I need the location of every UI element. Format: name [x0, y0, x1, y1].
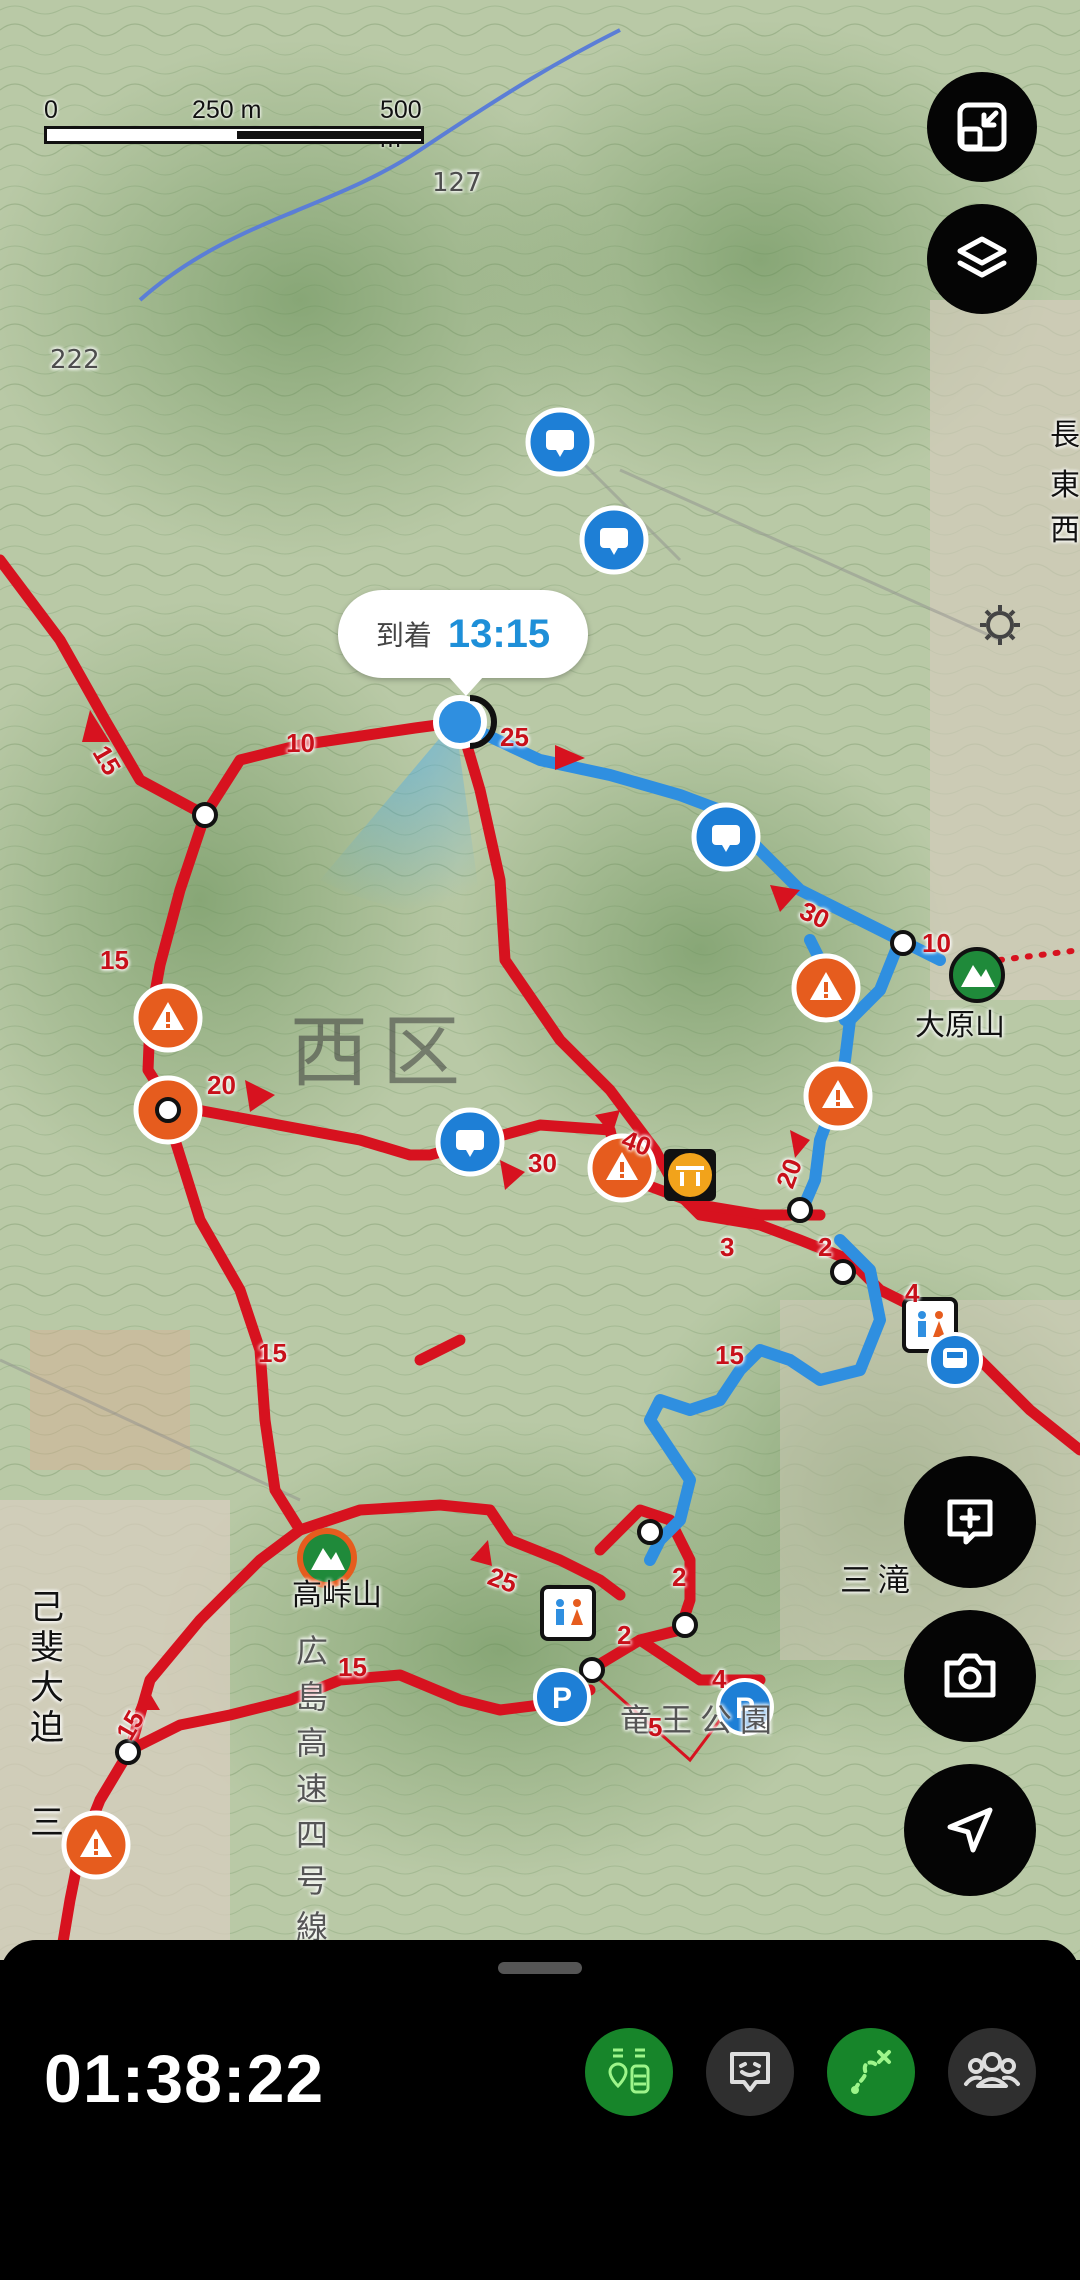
bus-stop-pin [927, 1332, 983, 1388]
eta-time: 13:15 [447, 611, 551, 656]
place-label: 三滝 [840, 1561, 917, 1599]
distance-label: 15 [715, 1340, 744, 1370]
place-label: 迫 [30, 1708, 64, 1748]
scale-mid: 250 m [192, 96, 262, 124]
scale-zero: 0 [44, 96, 58, 124]
route-deviation-button[interactable] [827, 2028, 915, 2116]
distance-label: 4 [712, 1664, 727, 1694]
elapsed-timer: 01:38:22 [44, 2041, 325, 2117]
peak-name-label: 大原山 [915, 1008, 1005, 1043]
route-off-icon [851, 2050, 891, 2094]
distance-label: 25 [500, 722, 529, 752]
scale-bar: 0 250 m 500 m [44, 96, 424, 153]
distance-label: 2 [672, 1562, 687, 1592]
svg-text:P: P [552, 1682, 572, 1715]
distance-label: 2 [818, 1232, 833, 1262]
peak-name-label: 高峠山 [292, 1578, 382, 1613]
bottom-panel[interactable]: 01:38:22 [0, 1940, 1080, 2280]
route-markers-icon [608, 2048, 650, 2094]
chat-button[interactable] [706, 2028, 794, 2116]
distance-label: 10 [286, 728, 315, 758]
eta-bubble[interactable]: 到着 13:15 [338, 590, 588, 696]
elevation-label: 222 [50, 345, 100, 375]
distance-label: 15 [100, 945, 129, 975]
elevation-label: 127 [432, 168, 482, 198]
shrine-pin [664, 1149, 716, 1201]
exit-fullscreen-button[interactable] [927, 72, 1037, 182]
navigation-arrow-icon [947, 1807, 993, 1853]
distance-label: 15 [258, 1338, 287, 1368]
current-location-marker [433, 695, 487, 749]
place-label: 三 [30, 1803, 64, 1843]
scale-end: 500 m [380, 96, 422, 153]
add-comment-button[interactable] [904, 1456, 1036, 1588]
peak-marker-oharayama [949, 947, 1005, 1003]
camera-button[interactable] [904, 1610, 1036, 1742]
distance-label: 4 [905, 1278, 920, 1308]
distance-label: 3 [720, 1232, 735, 1262]
distance-label: 30 [528, 1148, 557, 1178]
distance-label: 2 [617, 1620, 632, 1650]
map-view[interactable]: P P 0 250 m 500 m 西区 己 斐 大 迫 三 三滝 竜王公園 広… [0, 0, 1080, 1960]
group-button[interactable] [948, 2028, 1036, 2116]
distance-label: 5 [648, 1712, 663, 1742]
group-icon [964, 2052, 1020, 2088]
place-label: 長 [1050, 418, 1080, 453]
map-layers-button[interactable] [927, 204, 1037, 314]
shrink-icon [957, 102, 1007, 152]
drag-handle[interactable] [498, 1962, 582, 1974]
eta-label: 到着 [375, 620, 432, 651]
place-label: 広島高速四号線 [296, 1632, 329, 1946]
add-comment-icon [947, 1499, 993, 1545]
district-label: 西区 [290, 1008, 475, 1098]
camera-icon [944, 1653, 996, 1698]
locate-me-button[interactable] [904, 1764, 1036, 1896]
place-label: 西 [1050, 513, 1080, 548]
distance-label: 20 [207, 1070, 236, 1100]
distance-label: 15 [338, 1652, 367, 1682]
place-label: 竜王公園 [620, 1701, 781, 1739]
route-markers-button[interactable] [585, 2028, 673, 2116]
chat-face-icon [730, 2052, 770, 2092]
place-label: 東 [1050, 468, 1080, 503]
layers-icon [957, 236, 1007, 278]
distance-label: 10 [922, 928, 951, 958]
